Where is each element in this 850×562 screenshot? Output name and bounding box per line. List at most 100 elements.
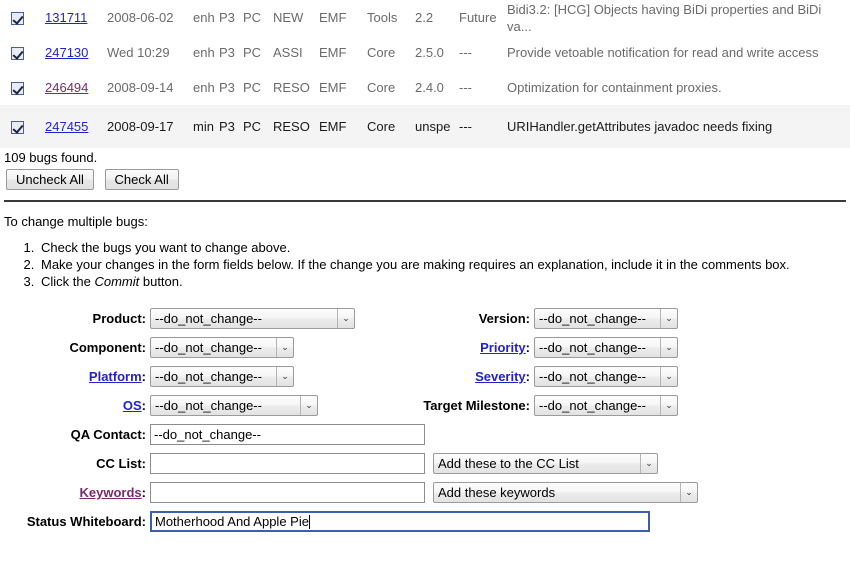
bug-version-cell: unspe — [415, 105, 459, 148]
bug-milestone-cell: --- — [459, 45, 472, 60]
status-whiteboard-label: Status Whiteboard: — [26, 514, 146, 529]
priority-select-value: --do_not_change-- — [539, 340, 646, 355]
bug-version-cell: 2.2 — [415, 10, 434, 25]
bug-select-checkbox[interactable] — [11, 121, 24, 135]
form-right-column: Version: --do_not_change-- ⌄ Priority: -… — [404, 304, 678, 420]
platform-select[interactable]: --do_not_change-- ⌄ — [150, 366, 294, 387]
target-milestone-label: Target Milestone: — [423, 398, 530, 413]
instructions-list: Check the bugs you want to change above.… — [0, 239, 850, 290]
chevron-down-icon: ⌄ — [276, 367, 293, 386]
status-whiteboard-input[interactable]: Motherhood And Apple Pie — [150, 511, 650, 532]
keywords-colon: : — [141, 485, 146, 500]
bug-summary-cell: URIHandler.getAttributes javadoc needs f… — [507, 105, 850, 148]
chevron-down-icon: ⌄ — [640, 454, 657, 473]
bug-version-cell: 2.4.0 — [415, 80, 444, 95]
bug-id-cell[interactable]: 246494 — [45, 70, 107, 105]
severity-select-value: --do_not_change-- — [539, 369, 646, 384]
bug-priority-cell: P3 — [219, 105, 243, 148]
chevron-down-icon: ⌄ — [680, 483, 697, 502]
bug-id-cell[interactable]: 247130 — [45, 35, 107, 70]
component-select[interactable]: --do_not_change-- ⌄ — [150, 337, 294, 358]
bug-priority-cell: P3 — [219, 10, 235, 25]
bug-select-checkbox[interactable] — [11, 47, 24, 61]
check-all-button[interactable]: Check All — [104, 169, 179, 190]
bug-id-link[interactable]: 246494 — [45, 80, 88, 95]
version-label: Version: — [478, 311, 530, 326]
version-select[interactable]: --do_not_change-- ⌄ — [534, 308, 678, 329]
bug-id-cell[interactable]: 131711 — [45, 0, 107, 35]
severity-select[interactable]: --do_not_change-- ⌄ — [534, 366, 678, 387]
table-row[interactable]: 247455 2008-09-17 min P3 PC RESO EMF Cor… — [0, 105, 850, 148]
check-buttons-row: Uncheck All Check All — [0, 165, 850, 190]
keywords-help-link[interactable]: Keywords — [80, 485, 142, 500]
bug-id-cell[interactable]: 247455 — [45, 105, 107, 148]
bug-id-link[interactable]: 247455 — [45, 119, 88, 134]
bulk-change-form: Product: --do_not_change-- ⌄ Component: … — [0, 304, 850, 536]
platform-colon: : — [141, 369, 146, 384]
bug-priority-cell: P3 — [219, 80, 235, 95]
instruction-step-2: Make your changes in the form fields bel… — [38, 256, 850, 273]
keywords-action-select-value: Add these keywords — [438, 485, 556, 500]
bug-platform-cell: PC — [243, 80, 262, 95]
chevron-down-icon: ⌄ — [660, 338, 677, 357]
table-row[interactable]: 246494 2008-09-14 enh P3 PC RESO EMF Cor… — [0, 70, 850, 105]
bug-severity-cell: enh — [193, 80, 215, 95]
field-row-cc-list: CC List: Add these to the CC List ⌄ — [0, 449, 850, 478]
bug-changed-cell: 2008-09-17 — [107, 105, 193, 148]
qa-contact-label: QA Contact: — [70, 427, 146, 442]
platform-help-link[interactable]: Platform — [89, 369, 142, 384]
cc-list-input[interactable] — [150, 453, 425, 474]
os-select[interactable]: --do_not_change-- ⌄ — [150, 395, 318, 416]
row-checkbox-cell[interactable] — [0, 35, 45, 70]
chevron-down-icon: ⌄ — [276, 338, 293, 357]
bug-changed-cell: 2008-06-02 — [107, 10, 174, 25]
bug-status-cell: RESO — [273, 80, 310, 95]
table-row[interactable]: 131711 2008-06-02 enh P3 PC NEW EMF Tool… — [0, 0, 850, 35]
chevron-down-icon: ⌄ — [337, 309, 354, 328]
text-caret — [308, 514, 310, 529]
bug-platform-cell: PC — [243, 10, 262, 25]
bug-select-checkbox[interactable] — [11, 82, 24, 96]
row-checkbox-cell[interactable] — [0, 105, 45, 148]
qa-contact-input[interactable] — [150, 424, 425, 445]
step3-prefix: Click the — [41, 274, 95, 289]
bug-platform-cell: PC — [243, 105, 273, 148]
priority-help-link[interactable]: Priority — [480, 340, 526, 355]
table-row[interactable]: 247130 Wed 10:29 enh P3 PC ASSI EMF Core… — [0, 35, 850, 70]
bug-list-body: 131711 2008-06-02 enh P3 PC NEW EMF Tool… — [0, 0, 850, 148]
cc-action-select-value: Add these to the CC List — [438, 456, 579, 471]
bug-summary-cell: Bidi3.2: [HCG] Objects having BiDi prope… — [507, 1, 822, 34]
instruction-step-3: Click the Commit button. — [38, 273, 850, 290]
bug-component-cell: Core — [367, 45, 396, 60]
component-select-value: --do_not_change-- — [155, 340, 262, 355]
field-row-qa-contact: QA Contact: — [0, 420, 850, 449]
row-checkbox-cell[interactable] — [0, 0, 45, 35]
keywords-input[interactable] — [150, 482, 425, 503]
os-help-link[interactable]: OS — [123, 398, 142, 413]
bug-select-checkbox[interactable] — [11, 12, 24, 26]
keywords-label: Keywords: — [0, 485, 150, 500]
uncheck-all-button[interactable]: Uncheck All — [6, 169, 94, 190]
target-milestone-select-value: --do_not_change-- — [539, 398, 646, 413]
field-row-status-whiteboard: Status Whiteboard: Motherhood And Apple … — [0, 507, 850, 536]
field-row-keywords: Keywords: Add these keywords ⌄ — [0, 478, 850, 507]
bug-id-link[interactable]: 131711 — [45, 10, 87, 25]
bug-product-cell: EMF — [319, 10, 347, 25]
platform-select-value: --do_not_change-- — [155, 369, 262, 384]
step3-commit-emphasis: Commit — [94, 274, 140, 289]
severity-label: Severity: — [404, 369, 534, 384]
field-row-priority: Priority: --do_not_change-- ⌄ — [404, 333, 678, 362]
severity-help-link[interactable]: Severity — [475, 369, 526, 384]
priority-select[interactable]: --do_not_change-- ⌄ — [534, 337, 678, 358]
target-milestone-select[interactable]: --do_not_change-- ⌄ — [534, 395, 678, 416]
keywords-action-select[interactable]: Add these keywords ⌄ — [433, 482, 698, 503]
bug-component-cell: Tools — [367, 10, 398, 25]
row-checkbox-cell[interactable] — [0, 70, 45, 105]
os-label: OS: — [0, 398, 150, 413]
bug-count-text: 109 bugs found. — [4, 150, 98, 165]
bug-platform-cell: PC — [243, 45, 262, 60]
bug-id-link[interactable]: 247130 — [45, 45, 88, 60]
cc-action-select[interactable]: Add these to the CC List ⌄ — [433, 453, 658, 474]
product-select[interactable]: --do_not_change-- ⌄ — [150, 308, 355, 329]
os-colon: : — [141, 398, 146, 413]
